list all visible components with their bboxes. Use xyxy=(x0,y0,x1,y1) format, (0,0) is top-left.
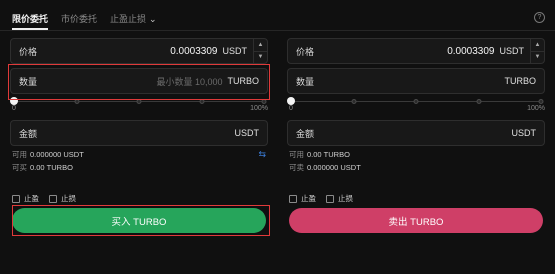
sell-panel: 价格 0.0003309 USDT ▲ ▼ 数量 TURBO 0 100% 金额… xyxy=(287,36,545,268)
slider-node[interactable] xyxy=(136,99,142,104)
buy-stop-loss-label: 止损 xyxy=(61,194,76,203)
buy-max-label: 可买 xyxy=(12,163,27,172)
buy-amount-label: 金额 xyxy=(19,128,38,139)
sell-take-profit-label: 止盈 xyxy=(301,194,316,203)
caret-down-icon[interactable]: ▼ xyxy=(254,52,267,64)
slider-node[interactable] xyxy=(476,99,481,104)
sell-quantity-label: 数量 xyxy=(296,76,315,87)
sell-max-label: 可卖 xyxy=(289,163,304,172)
sell-max-value: 0.000000 USDT xyxy=(307,163,361,172)
buy-price-value[interactable]: 0.0003309 xyxy=(170,46,217,57)
tab-limit-order[interactable]: 限价委托 xyxy=(12,12,49,30)
sell-tp-sl-options: 止盈 止损 xyxy=(289,193,363,204)
slider-node[interactable] xyxy=(351,99,356,104)
buy-available-label: 可用 xyxy=(12,150,27,159)
buy-quantity-label: 数量 xyxy=(19,76,38,87)
sell-quantity-unit: TURBO xyxy=(504,76,537,86)
slider-max-label: 100% xyxy=(250,105,268,112)
sell-available-value: 0.00 TURBO xyxy=(307,150,350,159)
sell-quantity-input[interactable]: 数量 TURBO xyxy=(287,68,545,94)
slider-node[interactable] xyxy=(413,99,419,104)
buy-quantity-placeholder: 最小数量 10,000 xyxy=(156,76,223,87)
sell-price-value[interactable]: 0.0003309 xyxy=(447,46,494,57)
sell-amount-unit: USDT xyxy=(511,128,537,138)
slider-node[interactable] xyxy=(538,99,544,104)
slider-min-label: 0 xyxy=(289,105,293,112)
sell-max: 可卖 0.000000 USDT xyxy=(289,162,545,173)
tabs-divider xyxy=(0,30,555,31)
buy-price-input[interactable]: 价格 0.0003309 USDT ▲ ▼ xyxy=(10,38,268,64)
slider-min-label: 0 xyxy=(12,105,16,112)
buy-quantity-unit: TURBO xyxy=(227,76,260,86)
slider-node[interactable] xyxy=(261,99,267,104)
buy-available-value: 0.000000 USDT xyxy=(30,150,84,159)
buy-price-unit: USDT xyxy=(222,46,248,56)
sell-amount-input[interactable]: 金额 USDT xyxy=(287,120,545,146)
slider-handle[interactable] xyxy=(287,97,295,105)
tab-tp-sl[interactable]: 止盈止损 ⌄ xyxy=(110,12,157,25)
tab-market-order[interactable]: 市价委托 xyxy=(61,12,97,25)
sell-price-unit: USDT xyxy=(499,46,525,56)
buy-button[interactable]: 买入 TURBO xyxy=(12,208,266,233)
swap-icon[interactable]: ⇆ xyxy=(258,149,266,160)
buy-amount-input[interactable]: 金额 USDT xyxy=(10,120,268,146)
sell-price-input[interactable]: 价格 0.0003309 USDT ▲ ▼ xyxy=(287,38,545,64)
buy-available: 可用 0.000000 USDT xyxy=(12,149,268,160)
buy-price-stepper[interactable]: ▲ ▼ xyxy=(253,39,267,63)
sell-price-label: 价格 xyxy=(296,46,315,57)
buy-slider-labels: 0 100% xyxy=(12,105,268,112)
checkbox-box[interactable] xyxy=(289,194,297,203)
caret-up-icon[interactable]: ▲ xyxy=(531,39,544,52)
buy-take-profit-label: 止盈 xyxy=(24,194,39,203)
sell-button[interactable]: 卖出 TURBO xyxy=(289,208,543,233)
caret-down-icon[interactable]: ▼ xyxy=(531,52,544,64)
sell-take-profit-checkbox[interactable]: 止盈 xyxy=(289,193,316,204)
sell-available: 可用 0.00 TURBO xyxy=(289,149,545,160)
help-icon[interactable]: ? xyxy=(534,12,545,23)
sell-available-label: 可用 xyxy=(289,150,304,159)
buy-stop-loss-checkbox[interactable]: 止损 xyxy=(49,193,76,204)
tab-tp-sl-label: 止盈止损 xyxy=(110,13,147,24)
buy-panel: 价格 0.0003309 USDT ▲ ▼ 数量 最小数量 10,000 TUR… xyxy=(10,36,268,268)
buy-price-label: 价格 xyxy=(19,46,38,57)
sell-price-stepper[interactable]: ▲ ▼ xyxy=(530,39,544,63)
sell-slider-labels: 0 100% xyxy=(289,105,545,112)
checkbox-box[interactable] xyxy=(49,194,57,203)
buy-tp-sl-options: 止盈 止损 xyxy=(12,193,86,204)
slider-handle[interactable] xyxy=(10,97,18,105)
buy-take-profit-checkbox[interactable]: 止盈 xyxy=(12,193,39,204)
sell-stop-loss-checkbox[interactable]: 止损 xyxy=(326,193,353,204)
slider-max-label: 100% xyxy=(527,105,545,112)
caret-up-icon[interactable]: ▲ xyxy=(254,39,267,52)
chevron-down-icon[interactable]: ⌄ xyxy=(149,14,157,24)
buy-max-value: 0.00 TURBO xyxy=(30,163,73,172)
slider-node[interactable] xyxy=(74,99,79,104)
buy-max: 可买 0.00 TURBO xyxy=(12,162,268,173)
sell-stop-loss-label: 止损 xyxy=(338,194,353,203)
checkbox-box[interactable] xyxy=(326,194,334,203)
buy-amount-unit: USDT xyxy=(234,128,260,138)
order-type-tabs: 限价委托 市价委托 止盈止损 ⌄ xyxy=(12,10,170,30)
sell-amount-label: 金额 xyxy=(296,128,315,139)
buy-quantity-input[interactable]: 数量 最小数量 10,000 TURBO xyxy=(10,68,268,94)
slider-node[interactable] xyxy=(199,99,204,104)
checkbox-box[interactable] xyxy=(12,194,20,203)
